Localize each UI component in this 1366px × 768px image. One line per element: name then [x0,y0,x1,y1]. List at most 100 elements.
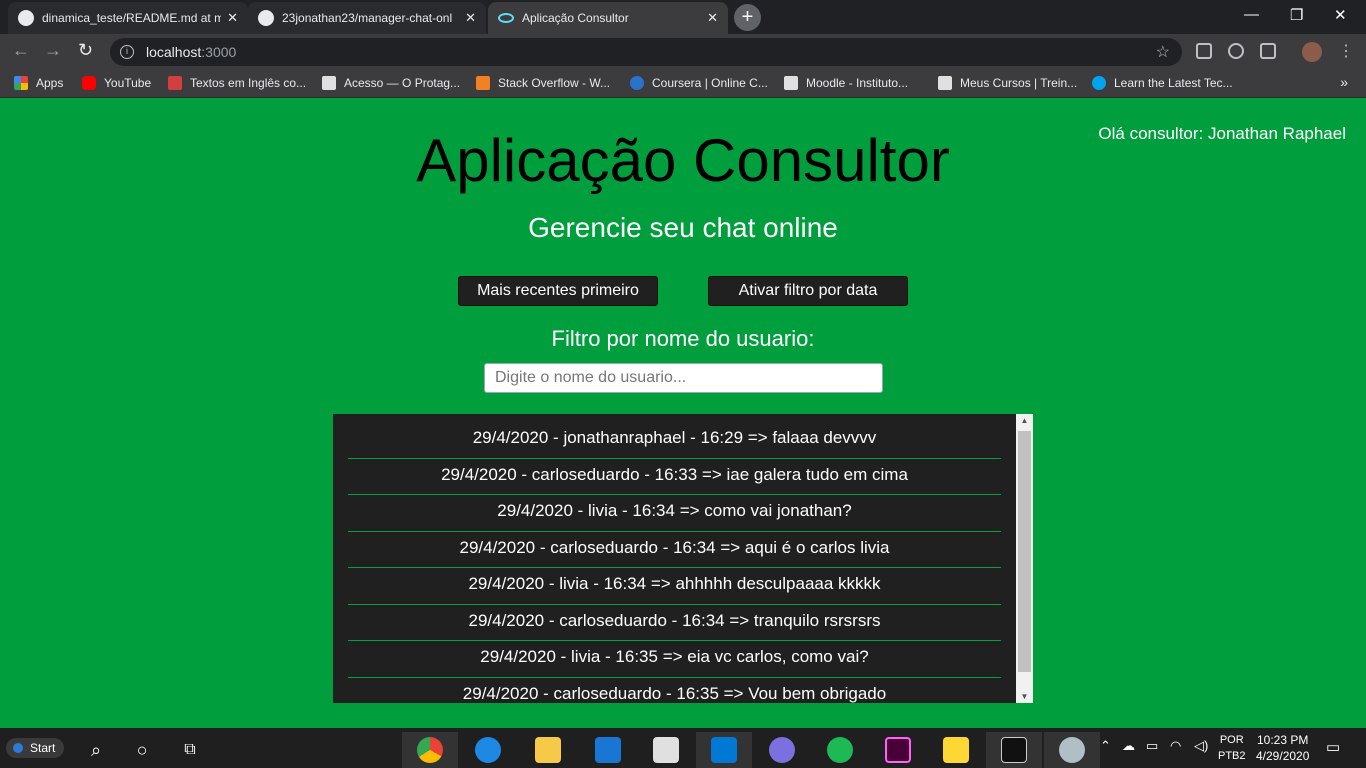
scroll-down-icon[interactable]: ▼ [1016,692,1033,701]
acesso-icon [322,76,336,90]
coursera-icon [630,76,644,90]
start-button[interactable]: Start [6,738,64,758]
bookmark-star-icon[interactable]: ☆ [1156,42,1170,62]
chat-message: 29/4/2020 - livia - 16:34 => como vai jo… [348,495,1001,532]
window-close-icon[interactable]: ✕ [1334,6,1347,24]
system-clock[interactable]: 10:23 PM 4/29/2020 [1256,732,1309,764]
bookmark-udacity[interactable]: Learn the Latest Tec... [1092,76,1233,90]
textos-icon [168,76,182,90]
bookmark-moodle[interactable]: Moodle - Instituto... [784,76,908,90]
udacity-icon [1092,76,1106,90]
restore-icon[interactable]: ❐ [1290,6,1303,24]
name-filter-input[interactable] [484,363,883,393]
chat-list-panel[interactable]: 29/4/2020 - jonathanraphael - 16:29 => f… [333,414,1033,703]
bookmarks-overflow-icon[interactable]: » [1340,74,1348,90]
notion-icon[interactable] [1260,43,1276,59]
profile-avatar[interactable] [1302,42,1322,62]
chrome-icon[interactable] [402,732,458,768]
wifi-icon[interactable]: ◠ [1170,738,1181,754]
extension-icon[interactable] [1228,43,1244,59]
snipping-tool-icon[interactable] [1044,732,1100,768]
page-title: Aplicação Consultor [416,127,950,194]
chat-scrollbar[interactable]: ▲ ▼ [1016,414,1033,703]
chat-message: 29/4/2020 - carloseduardo - 16:34 => tra… [348,605,1001,641]
menu-kebab-icon[interactable]: ⋮ [1338,41,1354,61]
url-host: localhost [146,44,202,60]
clock-date: 4/29/2020 [1256,749,1310,763]
bookmark-label: Coursera | Online C... [652,76,768,90]
app-icon[interactable] [754,732,810,768]
chat-message: 29/4/2020 - livia - 16:34 => ahhhhh desc… [348,568,1001,605]
tab-title: Aplicação Consultor [522,11,629,25]
browser-tabbar: dinamica_teste/README.md at m ✕ 23jonath… [0,0,1366,34]
chat-message: 29/4/2020 - carloseduardo - 16:34 => aqu… [348,532,1001,568]
vscode-icon[interactable] [696,732,752,768]
input-language[interactable]: POR PTB2 [1218,732,1246,764]
bookmark-label: Apps [36,76,64,90]
close-icon[interactable]: ✕ [707,10,718,26]
address-bar[interactable]: i localhost:3000 ☆ [110,38,1182,66]
bookmark-acesso[interactable]: Acesso — O Protag... [322,76,460,90]
page-content: Olá consultor: Jonathan Raphael Aplicaçã… [0,98,1366,728]
store-icon[interactable] [638,732,694,768]
sticky-notes-icon[interactable] [928,732,984,768]
tab-title: dinamica_teste/README.md at m [42,11,222,25]
task-view-icon[interactable]: ⧉ [162,732,218,768]
forward-arrow-icon[interactable]: → [44,40,62,61]
info-icon[interactable]: i [120,45,134,59]
reload-icon[interactable]: ↻ [78,40,93,61]
tray-chevron-icon[interactable]: ⌃ [1100,738,1111,754]
stackoverflow-icon [476,76,490,90]
extension-icon[interactable] [1196,43,1212,59]
notifications-icon[interactable]: ▭ [1326,738,1340,756]
onedrive-icon[interactable]: ☁ [1122,738,1135,754]
bookmark-label: Acesso — O Protag... [344,76,461,90]
date-filter-button[interactable]: Ativar filtro por data [708,276,908,306]
terminal-icon[interactable] [986,732,1042,768]
sort-recent-first-button[interactable]: Mais recentes primeiro [458,276,658,306]
minimize-icon[interactable]: — [1244,6,1259,23]
bookmark-meus-cursos[interactable]: Meus Cursos | Trein... [938,76,1077,90]
close-icon[interactable]: ✕ [465,10,476,26]
new-tab-button[interactable]: + [734,4,761,31]
bookmarks-bar: Apps YouTube Textos em Inglês co... Aces… [0,70,1366,98]
cursos-icon [938,76,952,90]
language-code: POR [1219,734,1244,746]
bookmark-label: Learn the Latest Tec... [1114,76,1233,90]
bookmark-coursera[interactable]: Coursera | Online C... [630,76,768,90]
bookmark-label: Textos em Inglês co... [190,76,307,90]
file-explorer-icon[interactable] [520,732,576,768]
bookmark-label: Moodle - Instituto... [806,76,909,90]
youtube-icon [82,76,96,90]
scrollbar-thumb[interactable] [1018,431,1031,672]
scroll-up-icon[interactable]: ▲ [1016,416,1033,425]
mail-icon[interactable] [580,732,636,768]
back-arrow-icon[interactable]: ← [12,40,30,61]
windows-taskbar: Start ⌕ ○ ⧉ ⌃ ☁ ▭ ◠ ◁) POR PTB2 10:23 PM… [0,728,1366,768]
spotify-icon[interactable] [812,732,868,768]
tab-manager-chat[interactable]: 23jonathan23/manager-chat-onl ✕ [248,2,486,34]
chat-message: 29/4/2020 - carloseduardo - 16:35 => Vou… [348,678,1001,704]
bookmark-youtube[interactable]: YouTube [82,76,151,90]
moodle-icon [784,76,798,90]
bookmark-label: Stack Overflow - W... [498,76,611,90]
close-icon[interactable]: ✕ [227,10,238,26]
name-filter-label: Filtro por nome do usuario: [551,326,815,351]
github-icon [258,10,274,26]
tab-title: 23jonathan23/manager-chat-onl [282,11,453,25]
apps-grid-icon [14,76,28,90]
adobe-xd-icon[interactable] [870,732,926,768]
bookmark-stackoverflow[interactable]: Stack Overflow - W... [476,76,610,90]
volume-icon[interactable]: ◁) [1194,738,1208,754]
bookmark-apps[interactable]: Apps [14,76,63,90]
react-icon [498,13,514,23]
clock-time: 10:23 PM [1257,733,1309,747]
page-subtitle: Gerencie seu chat online [528,212,838,243]
bookmark-textos[interactable]: Textos em Inglês co... [168,76,306,90]
tab-aplicacao-consultor[interactable]: Aplicação Consultor ✕ [488,2,728,34]
tab-readme[interactable]: dinamica_teste/README.md at m ✕ [8,2,248,34]
chat-message: 29/4/2020 - livia - 16:35 => eia vc carl… [348,641,1001,678]
url-port: :3000 [201,44,237,60]
battery-icon[interactable]: ▭ [1146,738,1158,754]
edge-icon[interactable] [460,732,516,768]
